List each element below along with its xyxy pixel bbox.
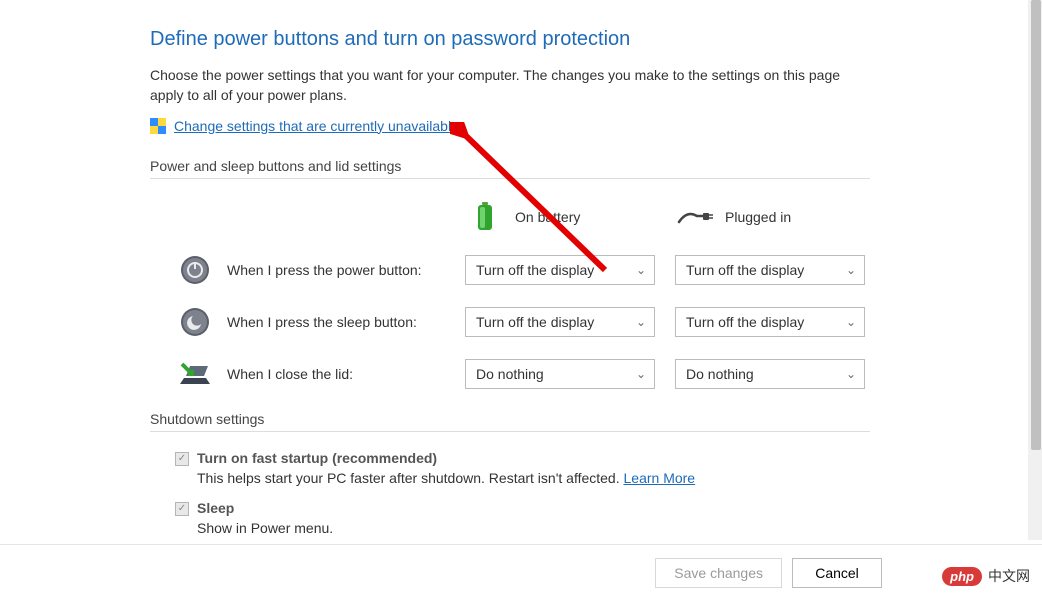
dropdown-value: Do nothing	[476, 366, 544, 382]
watermark-pill: php	[942, 567, 982, 586]
shield-icon	[150, 118, 166, 134]
dropdown-value: Do nothing	[686, 366, 754, 382]
sleep-battery-dropdown[interactable]: Turn off the display ⌄	[465, 307, 655, 337]
section-shutdown: Shutdown settings ✓ Turn on fast startup…	[150, 411, 870, 566]
page-title: Define power buttons and turn on passwor…	[150, 28, 870, 51]
watermark-text: 中文网	[988, 566, 1030, 586]
row-sleep-button: When I press the sleep button: Turn off …	[175, 307, 870, 337]
section-title: Power and sleep buttons and lid settings	[150, 158, 870, 174]
option-title: Turn on fast startup (recommended)	[197, 450, 437, 466]
change-settings-link[interactable]: Change settings that are currently unava…	[174, 118, 459, 134]
column-headers: On battery Plugged in	[175, 197, 870, 255]
checkbox[interactable]: ✓	[175, 452, 189, 466]
dropdown-value: Turn off the display	[686, 314, 804, 330]
content-area: Define power buttons and turn on passwor…	[0, 0, 870, 566]
power-battery-dropdown[interactable]: Turn off the display ⌄	[465, 255, 655, 285]
power-plugged-dropdown[interactable]: Turn off the display ⌄	[675, 255, 865, 285]
battery-icon	[465, 202, 505, 232]
option-fast-startup: ✓ Turn on fast startup (recommended)	[175, 450, 870, 466]
option-desc: Show in Power menu.	[197, 520, 870, 536]
elevate-link-row[interactable]: Change settings that are currently unava…	[150, 118, 870, 134]
dropdown-value: Turn off the display	[476, 262, 594, 278]
plug-icon	[675, 208, 715, 226]
row-label: When I press the sleep button:	[227, 314, 417, 330]
sleep-button-icon	[175, 307, 215, 337]
section-power-sleep: Power and sleep buttons and lid settings…	[150, 158, 870, 389]
row-label: When I close the lid:	[227, 366, 353, 382]
lid-battery-dropdown[interactable]: Do nothing ⌄	[465, 359, 655, 389]
option-desc: This helps start your PC faster after sh…	[197, 470, 870, 486]
col-plugged-header: Plugged in	[675, 197, 885, 237]
chevron-down-icon: ⌄	[846, 263, 856, 277]
intro-text: Choose the power settings that you want …	[150, 65, 870, 106]
dropdown-value: Turn off the display	[686, 262, 804, 278]
sleep-plugged-dropdown[interactable]: Turn off the display ⌄	[675, 307, 865, 337]
row-lid: When I close the lid: Do nothing ⌄ Do no…	[175, 359, 870, 389]
lid-plugged-dropdown[interactable]: Do nothing ⌄	[675, 359, 865, 389]
chevron-down-icon: ⌄	[636, 263, 646, 277]
section-divider	[150, 178, 870, 179]
footer: Save changes Cancel	[0, 544, 1042, 600]
power-button-icon	[175, 255, 215, 285]
option-sleep: ✓ Sleep	[175, 500, 870, 516]
chevron-down-icon: ⌄	[846, 367, 856, 381]
col-plugged-label: Plugged in	[725, 209, 791, 225]
checkbox[interactable]: ✓	[175, 502, 189, 516]
cancel-button[interactable]: Cancel	[792, 558, 882, 588]
lid-icon	[175, 360, 215, 388]
option-title: Sleep	[197, 500, 234, 516]
watermark: php 中文网	[942, 566, 1030, 586]
learn-more-link[interactable]: Learn More	[624, 470, 696, 486]
chevron-down-icon: ⌄	[636, 367, 646, 381]
chevron-down-icon: ⌄	[846, 315, 856, 329]
scrollbar-track[interactable]	[1028, 0, 1042, 540]
section-title: Shutdown settings	[150, 411, 870, 427]
col-battery-label: On battery	[515, 209, 580, 225]
save-button[interactable]: Save changes	[655, 558, 782, 588]
section-divider	[150, 431, 870, 432]
scrollbar-thumb[interactable]	[1031, 0, 1041, 450]
row-label: When I press the power button:	[227, 262, 422, 278]
dropdown-value: Turn off the display	[476, 314, 594, 330]
col-battery-header: On battery	[465, 197, 675, 237]
chevron-down-icon: ⌄	[636, 315, 646, 329]
row-power-button: When I press the power button: Turn off …	[175, 255, 870, 285]
